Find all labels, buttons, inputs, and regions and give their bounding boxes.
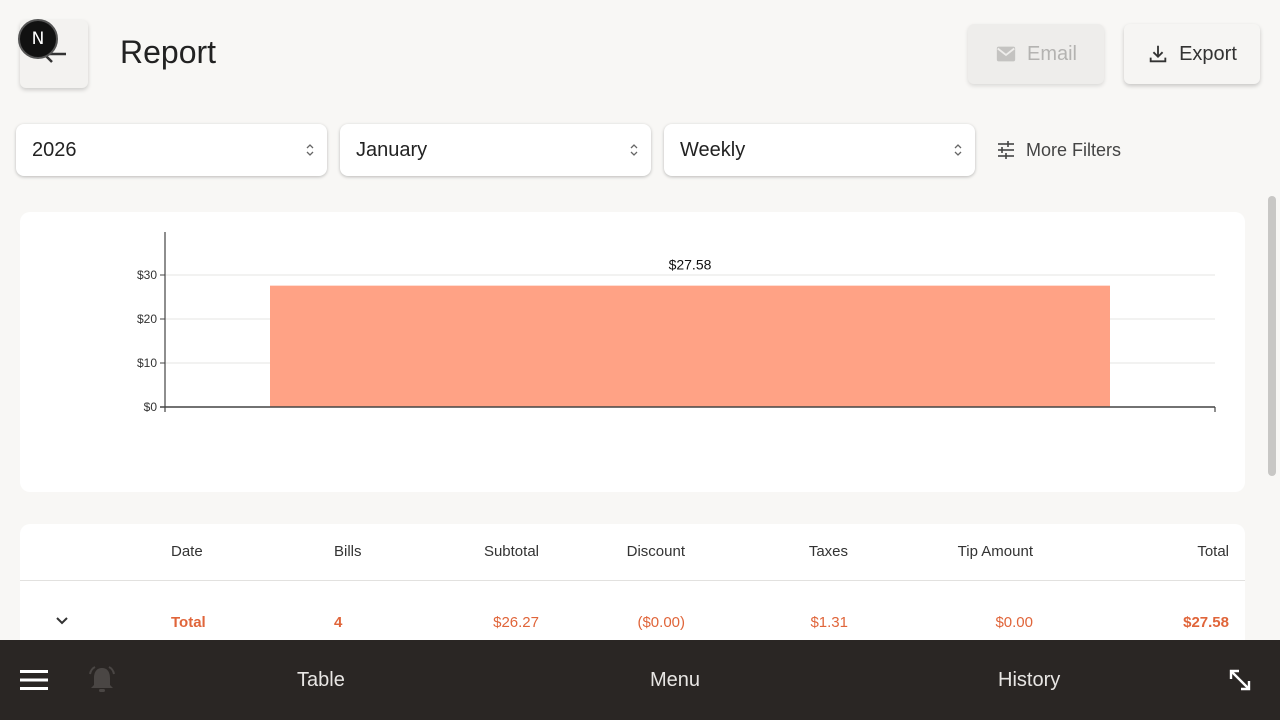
column-header-discount[interactable]: Discount: [627, 543, 685, 560]
dev-badge[interactable]: N: [18, 19, 58, 59]
mail-icon: [996, 46, 1016, 62]
select-caret-icon: [630, 144, 638, 156]
bar-value-label: $27.58: [669, 257, 712, 273]
column-header-bills[interactable]: Bills: [334, 543, 362, 560]
month-select[interactable]: January: [340, 124, 651, 176]
column-header-taxes[interactable]: Taxes: [809, 543, 848, 560]
cell-tip-amount: $0.00: [995, 614, 1033, 631]
nav-table[interactable]: Table: [297, 640, 345, 720]
sliders-icon: [998, 141, 1014, 159]
year-select[interactable]: 2026: [16, 124, 327, 176]
email-button[interactable]: Email: [968, 24, 1104, 84]
nav-menu-label: Menu: [650, 668, 701, 691]
table-header: Date Bills Subtotal Discount Taxes Tip A…: [20, 524, 1245, 581]
more-filters-button[interactable]: More Filters: [996, 130, 1121, 170]
export-button[interactable]: Export: [1124, 24, 1260, 84]
select-caret-icon: [306, 144, 314, 156]
bell-icon: [89, 666, 115, 692]
hamburger-menu-button[interactable]: [20, 640, 48, 720]
bottom-nav-bar: Table Menu History: [0, 640, 1280, 720]
fullscreen-button[interactable]: [1226, 640, 1254, 720]
cell-date: Total: [171, 614, 206, 631]
bar-chart: $0 $10 $20 $30 $27.58: [137, 232, 1216, 414]
scrollbar-thumb[interactable]: [1268, 196, 1276, 476]
year-select-value: 2026: [32, 138, 77, 161]
bar: [270, 285, 1110, 407]
nav-history[interactable]: History: [998, 640, 1060, 720]
nav-menu[interactable]: Menu: [650, 640, 700, 720]
period-select[interactable]: Weekly: [664, 124, 975, 176]
chevron-down-icon[interactable]: [52, 611, 72, 631]
cell-taxes: $1.31: [810, 614, 848, 631]
expand-arrows-icon: [1229, 669, 1251, 691]
y-tick-label: $30: [137, 268, 157, 282]
select-caret-icon: [954, 144, 962, 156]
email-button-label: Email: [1026, 42, 1077, 65]
more-filters-label: More Filters: [1026, 139, 1122, 160]
y-tick-label: $20: [137, 312, 157, 326]
y-tick-label: $0: [144, 400, 158, 414]
column-header-subtotal[interactable]: Subtotal: [484, 543, 539, 560]
y-tick-label: $10: [137, 356, 157, 370]
column-header-tip-amount[interactable]: Tip Amount: [958, 543, 1033, 560]
cell-total: $27.58: [1183, 614, 1229, 631]
page-title: Report: [120, 34, 217, 70]
hamburger-icon: [20, 670, 48, 690]
cell-discount: ($0.00): [637, 614, 685, 631]
period-select-value: Weekly: [680, 138, 746, 161]
nav-table-label: Table: [297, 668, 345, 691]
nav-history-label: History: [998, 668, 1061, 691]
notifications-button[interactable]: [86, 640, 118, 720]
cell-bills: 4: [334, 614, 343, 631]
column-header-total[interactable]: Total: [1197, 543, 1229, 560]
month-select-value: January: [356, 138, 428, 161]
cell-subtotal: $26.27: [493, 614, 539, 631]
export-button-label: Export: [1179, 42, 1237, 65]
download-icon: [1149, 45, 1167, 63]
column-header-date[interactable]: Date: [171, 543, 203, 560]
chart-card: $0 $10 $20 $30 $27.58: [20, 212, 1245, 492]
